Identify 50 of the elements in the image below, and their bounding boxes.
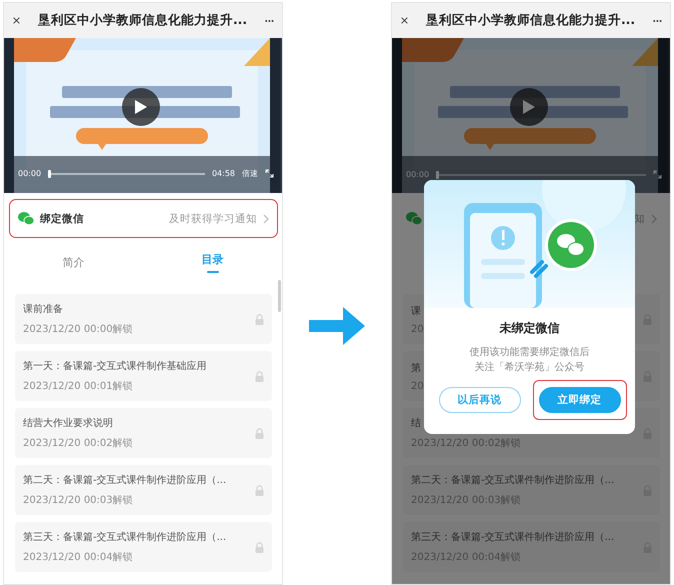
page-title: 垦利区中小学教师信息化能力提升... [38,12,248,29]
lesson-card[interactable]: 第二天：备课篇-交互式课件制作进阶应用（... 2023/12/20 00:03解锁 [15,465,272,515]
lesson-title: 第 [411,362,421,374]
more-icon[interactable] [265,18,274,22]
dialog-title: 未绑定微信 [500,320,560,337]
play-icon [134,99,148,115]
bind-label: 绑定微信 [40,212,84,226]
dialog-message: 使用该功能需要绑定微信后 [470,346,590,360]
lesson-title: 第一天：备课篇-交互式课件制作基础应用 [23,360,207,373]
lesson-card[interactable]: 第一天：备课篇-交互式课件制作基础应用 2023/12/20 00:01解锁 [15,351,272,401]
tab[interactable]: 目录 [143,244,282,280]
progress-thumb[interactable] [436,170,440,178]
unlock-time: 2023/12/20 00:03解锁 [23,494,133,507]
lesson-title: 第三天：备课篇-交互式课件制作进阶应用（... [23,530,226,544]
right-arrow-icon [309,307,365,345]
wechat-icon [18,212,34,225]
lesson-title: 第二天：备课篇-交互式课件制作进阶应用（... [411,474,614,487]
bind-now-button[interactable]: 立即绑定 [538,387,620,413]
unlock-time: 2023/12/20 00:01解锁 [23,380,133,393]
close-icon[interactable] [13,15,20,26]
page-title: 垦利区中小学教师信息化能力提升... [426,12,636,29]
unlock-time: 2023/12/20 00:04解锁 [23,551,133,564]
bind-wechat-row[interactable]: 绑定微信 及时获得学习通知 [9,199,278,238]
lesson-card[interactable]: 课前准备 2023/12/20 00:00解锁 [15,294,272,344]
close-icon[interactable] [401,15,408,26]
fullscreen-icon[interactable] [265,169,274,178]
elapsed-time: 00:00 [18,169,42,178]
play-icon [522,99,536,115]
more-icon[interactable] [653,18,662,22]
chevron-right-icon [263,214,269,224]
unlock-time: 2023/12/20 00:00解锁 [23,323,133,336]
lesson-card[interactable]: 第三天：备课篇-交互式课件制作进阶应用（... 2023/12/20 00:04解锁 [15,522,272,572]
later-button[interactable]: 以后再说 [438,387,520,413]
unlock-time: 2023/12/20 00:02解锁 [23,437,133,450]
duration-time: 04:58 [212,169,235,178]
lesson-title: 课 [411,304,421,318]
progress-thumb[interactable] [48,170,52,178]
lesson-card[interactable]: 结营大作业要求说明 2023/12/20 00:02解锁 [15,408,272,458]
speed-button[interactable]: 倍速 [242,168,258,179]
lesson-title: 第二天：备课篇-交互式课件制作进阶应用（... [23,474,226,487]
lesson-title: 课前准备 [23,302,63,316]
lesson-title: 结 [411,416,421,430]
lesson-title: 结营大作业要求说明 [23,416,113,430]
tab[interactable]: 简介 [4,244,143,280]
elapsed-time: 00:00 [406,170,430,179]
bind-hint: 及时获得学习通知 [169,212,257,226]
chevron-right-icon [651,214,657,224]
wechat-icon [406,212,422,225]
dialog-message: 关注「希沃学苑」公众号 [474,360,584,375]
lesson-title: 第三天：备课篇-交互式课件制作进阶应用（... [411,530,614,544]
